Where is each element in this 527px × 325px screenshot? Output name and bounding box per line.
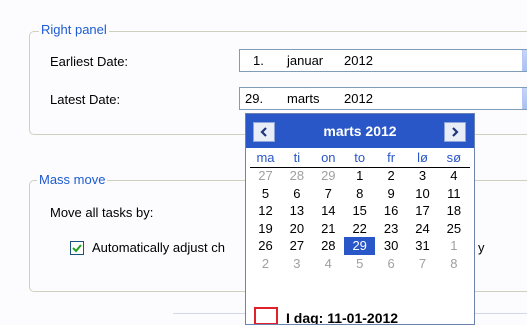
day-cell[interactable]: 13	[281, 202, 312, 220]
arrow-right-icon	[452, 127, 459, 137]
earliest-year[interactable]: 2012	[344, 53, 373, 68]
latest-year[interactable]: 2012	[344, 91, 373, 106]
day-cell[interactable]: 7	[313, 185, 344, 203]
weekday-label: on	[321, 150, 336, 165]
day-cell[interactable]: 28	[281, 167, 312, 185]
auto-adjust-label[interactable]: Automatically adjust ch	[92, 240, 225, 255]
day-cell[interactable]: 9	[376, 185, 407, 203]
latest-dropdown-button[interactable]	[522, 88, 527, 109]
day-cell[interactable]: 4	[438, 167, 469, 185]
right-panel-legend: Right panel	[39, 22, 109, 37]
day-cell[interactable]: 15	[344, 202, 375, 220]
day-cell[interactable]: 17	[407, 202, 438, 220]
weekday-header-row: ma ti on to fr lø sø	[250, 149, 470, 168]
weekday-label: sø	[446, 150, 462, 165]
day-cell[interactable]: 24	[407, 220, 438, 238]
day-cell[interactable]: 14	[313, 202, 344, 220]
next-month-button[interactable]	[444, 122, 466, 142]
earliest-date-picker[interactable]: 1. januar 2012	[239, 49, 527, 72]
weekday-label: to	[354, 150, 366, 165]
move-all-tasks-label: Move all tasks by:	[50, 205, 154, 220]
checkmark-icon	[72, 244, 82, 253]
day-cell[interactable]: 6	[376, 255, 407, 273]
day-cell[interactable]: 31	[407, 237, 438, 255]
day-cell[interactable]: 16	[376, 202, 407, 220]
day-cell[interactable]: 6	[281, 185, 312, 203]
day-cell[interactable]: 27	[281, 237, 312, 255]
day-cell[interactable]: 11	[438, 185, 469, 203]
day-cell[interactable]: 2	[376, 167, 407, 185]
latest-date-picker[interactable]: 29. marts 2012	[239, 87, 527, 110]
mass-move-legend: Mass move	[37, 172, 108, 187]
day-cell[interactable]: 28	[313, 237, 344, 255]
latest-day[interactable]: 29.	[245, 91, 263, 106]
auto-adjust-checkbox[interactable]	[70, 241, 84, 255]
auto-adjust-label-tail[interactable]: y	[478, 240, 485, 255]
day-cell[interactable]: 18	[438, 202, 469, 220]
day-cell[interactable]: 29	[313, 167, 344, 185]
earliest-month[interactable]: januar	[287, 53, 323, 68]
day-cell[interactable]: 12	[250, 202, 281, 220]
day-cell[interactable]: 1	[344, 167, 375, 185]
day-cell[interactable]: 2	[250, 255, 281, 273]
earliest-dropdown-button[interactable]	[522, 50, 527, 71]
day-cell[interactable]: 5	[344, 255, 375, 273]
selected-day-cell[interactable]: 29	[344, 237, 376, 255]
weekday-label: fr	[387, 150, 396, 165]
day-cell[interactable]: 10	[407, 185, 438, 203]
today-label[interactable]: I dag: 11-01-2012	[286, 310, 398, 324]
day-cell[interactable]: 23	[376, 220, 407, 238]
day-cell[interactable]: 26	[250, 237, 281, 255]
day-cell[interactable]: 7	[407, 255, 438, 273]
weekday-label: lø	[417, 150, 428, 165]
day-cell[interactable]: 3	[407, 167, 438, 185]
day-cell[interactable]: 19	[250, 220, 281, 238]
day-cell[interactable]: 5	[250, 185, 281, 203]
earliest-date-label: Earliest Date:	[50, 54, 129, 69]
day-cell[interactable]: 1	[438, 237, 469, 255]
day-cell[interactable]: 3	[281, 255, 312, 273]
day-cell[interactable]: 8	[438, 255, 469, 273]
day-cell[interactable]: 4	[313, 255, 344, 273]
day-cell[interactable]: 21	[313, 220, 344, 238]
weekday-label: ma	[256, 150, 275, 165]
weekday-label: ti	[293, 150, 301, 165]
calendar-popup[interactable]: marts 2012 ma ti on to fr lø sø 27 28 29 1 2 3 4 5 6 7 8…	[245, 113, 475, 325]
calendar-month-title[interactable]: marts 2012	[246, 123, 474, 139]
day-cell[interactable]: 20	[281, 220, 312, 238]
day-cell[interactable]: 25	[438, 220, 469, 238]
day-cell[interactable]: 27	[250, 167, 281, 185]
latest-month[interactable]: marts	[287, 91, 320, 106]
earliest-day[interactable]: 1.	[253, 53, 264, 68]
latest-date-label: Latest Date:	[50, 92, 121, 107]
day-cell[interactable]: 30	[376, 237, 407, 255]
day-cell[interactable]: 22	[344, 220, 375, 238]
day-cell[interactable]: 8	[344, 185, 375, 203]
today-marker-icon[interactable]	[254, 307, 278, 324]
